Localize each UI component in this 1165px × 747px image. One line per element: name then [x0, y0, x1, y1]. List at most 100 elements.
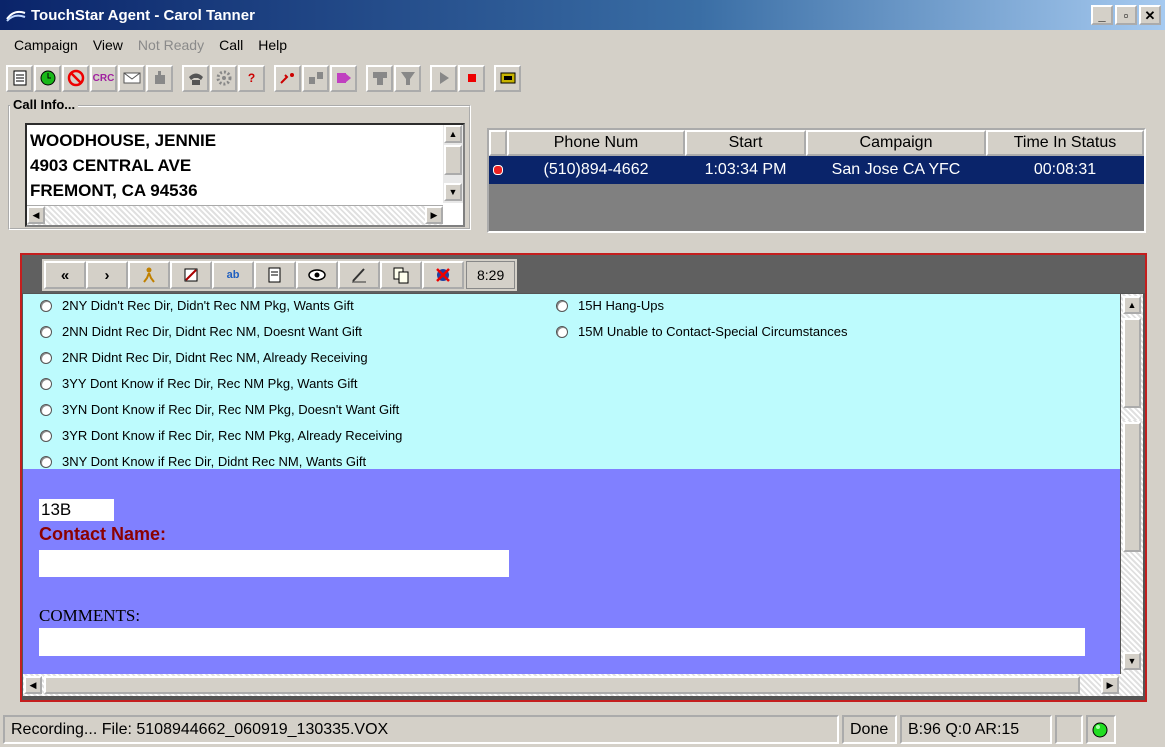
close-button[interactable]: ✕: [1139, 5, 1161, 25]
help-icon[interactable]: ?: [238, 64, 265, 92]
scroll-right-icon[interactable]: ▶: [1101, 676, 1119, 694]
comments-input[interactable]: [39, 628, 1085, 656]
radio-circle-icon[interactable]: [556, 299, 568, 312]
eye-icon[interactable]: [296, 261, 338, 289]
status-led-icon: [1086, 715, 1116, 744]
notepad-icon[interactable]: [6, 64, 33, 92]
col-start[interactable]: Start: [685, 130, 806, 156]
scroll-down-icon[interactable]: ▼: [1123, 652, 1141, 670]
address-hscroll[interactable]: ◀ ▶: [27, 205, 443, 225]
col-campaign[interactable]: Campaign: [806, 130, 986, 156]
cancel-icon[interactable]: [422, 261, 464, 289]
status-bar: Recording... File: 5108944662_060919_130…: [0, 712, 1165, 747]
radio-15m[interactable]: 15M Unable to Contact-Special Circumstan…: [556, 324, 848, 339]
gear-icon[interactable]: [210, 64, 237, 92]
done-status: Done: [842, 715, 897, 744]
menu-call[interactable]: Call: [219, 37, 243, 53]
maximize-button[interactable]: ▫: [1115, 5, 1137, 25]
hold-icon[interactable]: [366, 64, 393, 92]
menu-view[interactable]: View: [93, 37, 123, 53]
minimize-button[interactable]: _: [1091, 5, 1113, 25]
cell-campaign: San Jose CA YFC: [831, 161, 961, 178]
play-icon[interactable]: [430, 64, 457, 92]
radio-label: 15H Hang-Ups: [578, 298, 664, 313]
address-vscroll[interactable]: ▲ ▼: [443, 125, 463, 203]
contact-form: 13B Contact Name: COMMENTS:: [23, 469, 1120, 674]
go-green-icon[interactable]: [34, 64, 61, 92]
cash-icon[interactable]: [494, 64, 521, 92]
copy-icon[interactable]: [380, 261, 422, 289]
scroll-up-icon[interactable]: ▲: [1123, 296, 1141, 314]
code-field[interactable]: 13B: [39, 499, 114, 521]
recording-status: Recording... File: 5108944662_060919_130…: [3, 715, 839, 744]
scroll-up-icon[interactable]: ▲: [444, 125, 462, 143]
script-toolbar: « › ab 8:29: [22, 255, 1145, 293]
main-toolbar: CRC ?: [6, 63, 522, 93]
radio-2nr[interactable]: 2NR Didnt Rec Dir, Didnt Rec NM, Already…: [40, 350, 368, 365]
radio-15h[interactable]: 15H Hang-Ups: [556, 298, 664, 313]
script-panel: « › ab 8:29 2NY Didn't Rec Dir, Didn't R…: [20, 253, 1147, 702]
radio-circle-icon[interactable]: [40, 351, 52, 364]
radio-circle-icon[interactable]: [40, 403, 52, 416]
table-row[interactable]: (510)894-4662 1:03:34 PM San Jose CA YFC…: [489, 156, 1144, 184]
radio-2nn[interactable]: 2NN Didnt Rec Dir, Didnt Rec NM, Doesnt …: [40, 324, 362, 339]
address-box[interactable]: WOODHOUSE, JENNIE 4903 CENTRAL AVE FREMO…: [25, 123, 465, 227]
cell-time: 00:08:31: [1033, 161, 1097, 178]
edit-doc-icon[interactable]: [170, 261, 212, 289]
scroll-thumb[interactable]: [1123, 422, 1141, 552]
phone-icon[interactable]: [182, 64, 209, 92]
document-icon[interactable]: [254, 261, 296, 289]
radio-2ny[interactable]: 2NY Didn't Rec Dir, Didn't Rec NM Pkg, W…: [40, 298, 354, 313]
radio-circle-icon[interactable]: [556, 325, 568, 338]
radio-circle-icon[interactable]: [40, 299, 52, 312]
radio-3yy[interactable]: 3YY Dont Know if Rec Dir, Rec NM Pkg, Wa…: [40, 376, 357, 391]
col-time-in-status[interactable]: Time In Status: [986, 130, 1144, 156]
col-phone-num[interactable]: Phone Num: [507, 130, 685, 156]
radio-label: 3YR Dont Know if Rec Dir, Rec NM Pkg, Al…: [62, 428, 403, 443]
scroll-thumb[interactable]: [1123, 318, 1141, 408]
crc-icon[interactable]: CRC: [90, 64, 117, 92]
grid-header-icon-col: [489, 130, 507, 156]
radio-circle-icon[interactable]: [40, 325, 52, 338]
scroll-thumb[interactable]: [44, 676, 1080, 694]
title-bar[interactable]: TouchStar Agent - Carol Tanner _ ▫ ✕: [0, 0, 1165, 30]
dial-hand-icon[interactable]: [146, 64, 173, 92]
form-hscroll[interactable]: ◀ ▶: [23, 674, 1143, 696]
menu-campaign[interactable]: Campaign: [14, 37, 78, 53]
address-text: WOODHOUSE, JENNIE 4903 CENTRAL AVE FREMO…: [30, 128, 216, 203]
scroll-down-icon[interactable]: ▼: [444, 183, 462, 201]
walk-icon[interactable]: [128, 261, 170, 289]
next-button[interactable]: ›: [86, 261, 128, 289]
form-vscroll[interactable]: ▼: [1121, 420, 1143, 674]
back-button[interactable]: «: [44, 261, 86, 289]
radio-3yn[interactable]: 3YN Dont Know if Rec Dir, Rec NM Pkg, Do…: [40, 402, 399, 417]
radio-circle-icon[interactable]: [40, 377, 52, 390]
radio-label: 3YN Dont Know if Rec Dir, Rec NM Pkg, Do…: [62, 402, 400, 417]
scroll-right-icon[interactable]: ▶: [425, 206, 443, 224]
forward-icon[interactable]: [330, 64, 357, 92]
window-title: TouchStar Agent - Carol Tanner: [31, 6, 255, 24]
menu-not-ready[interactable]: Not Ready: [138, 37, 204, 53]
pen-icon[interactable]: [338, 261, 380, 289]
scroll-thumb[interactable]: [444, 145, 462, 175]
radio-3ny[interactable]: 3NY Dont Know if Rec Dir, Didnt Rec NM, …: [40, 454, 366, 469]
menu-help[interactable]: Help: [258, 37, 287, 53]
scroll-left-icon[interactable]: ◀: [27, 206, 45, 224]
comments-label: COMMENTS:: [39, 606, 141, 625]
contact-name-input[interactable]: [39, 550, 509, 577]
radio-3yr[interactable]: 3YR Dont Know if Rec Dir, Rec NM Pkg, Al…: [40, 428, 402, 443]
radio-circle-icon[interactable]: [40, 429, 52, 442]
stop-icon[interactable]: [62, 64, 89, 92]
scroll-left-icon[interactable]: ◀: [24, 676, 42, 694]
spellcheck-icon[interactable]: ab: [212, 261, 254, 289]
transfer-icon[interactable]: [274, 64, 301, 92]
cell-start: 1:03:34 PM: [704, 161, 787, 178]
street-address: 4903 CENTRAL AVE: [30, 156, 192, 175]
call-info-legend: Call Info...: [10, 97, 79, 112]
conference-icon[interactable]: [302, 64, 329, 92]
hold2-icon[interactable]: [394, 64, 421, 92]
mail-icon[interactable]: [118, 64, 145, 92]
record-stop-icon[interactable]: [458, 64, 485, 92]
radio-circle-icon[interactable]: [40, 455, 52, 468]
app-icon: [6, 10, 26, 22]
